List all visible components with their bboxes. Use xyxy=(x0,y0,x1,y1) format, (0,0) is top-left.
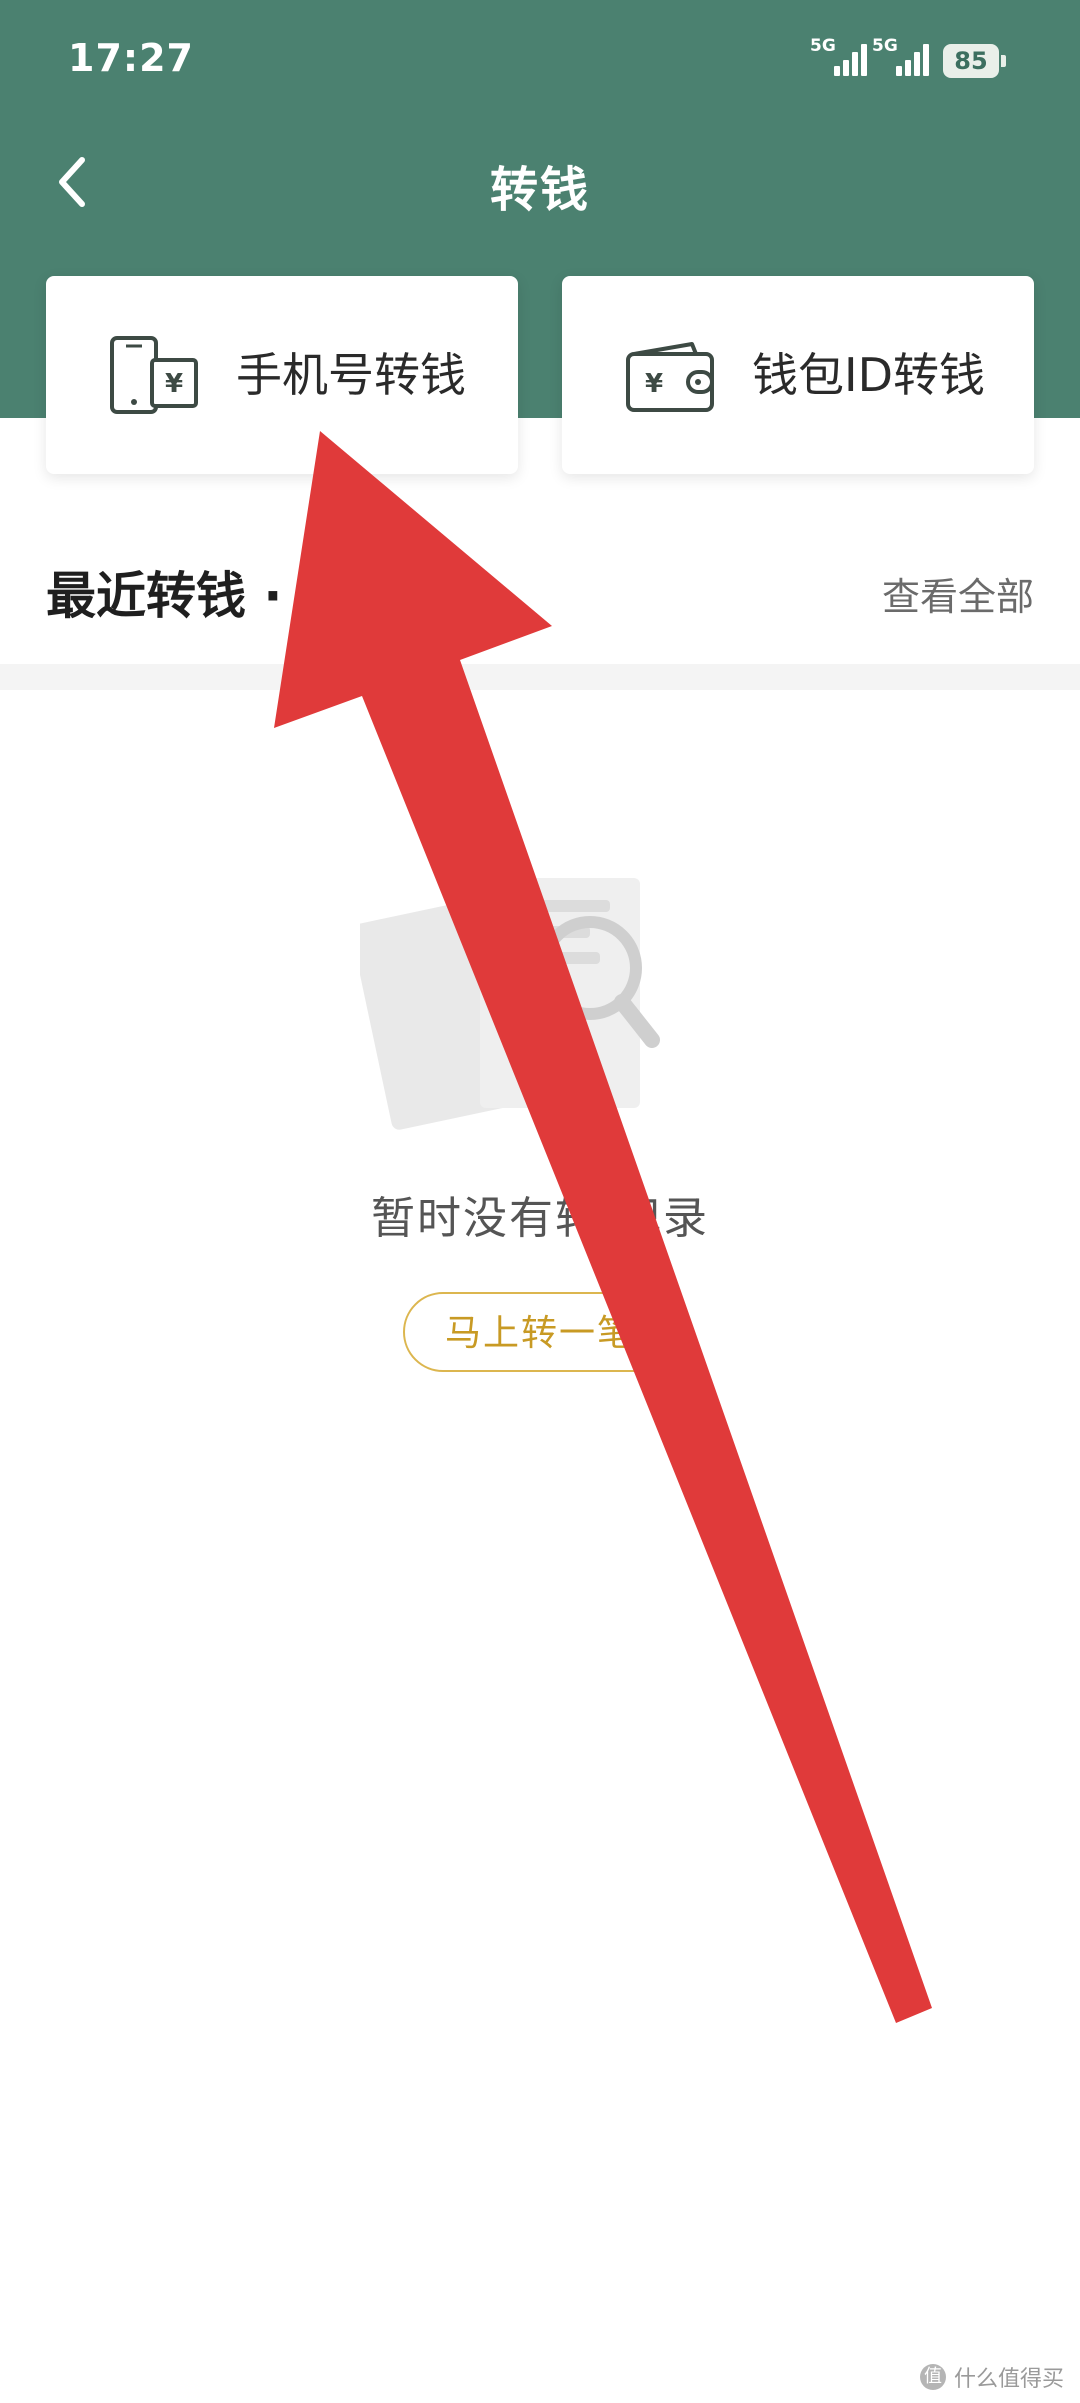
watermark-text: 什么值得买 xyxy=(953,2367,1064,2392)
svg-text:¥: ¥ xyxy=(165,369,183,399)
empty-records-illustration xyxy=(360,878,660,1130)
wallet-icon: ¥ xyxy=(626,342,714,412)
status-bar: 17:27 5G 5G 85 xyxy=(0,0,1080,120)
network-type-1: 5G xyxy=(810,36,836,56)
nav-bar: 转钱 xyxy=(0,130,1080,240)
phone-transfer-label: 手机号转钱 xyxy=(236,348,466,402)
phone-transfer-card[interactable]: ¥ 手机号转钱 xyxy=(46,276,518,474)
view-all-link[interactable]: 查看全部 xyxy=(882,566,1034,621)
phone-transfer-icon: ¥ xyxy=(110,336,198,414)
network-type-2: 5G xyxy=(872,36,898,56)
section-divider xyxy=(0,664,1080,690)
watermark-logo-icon: 值 xyxy=(919,2364,946,2390)
svg-text:¥: ¥ xyxy=(645,369,663,399)
status-time: 17:27 xyxy=(68,36,194,80)
battery-indicator: 85 xyxy=(943,44,1006,78)
transfer-now-button[interactable]: 马上转一笔 xyxy=(403,1292,677,1372)
transfer-page: 17:27 5G 5G 85 转钱 ¥ 手机号转钱 ¥ 钱包ID转钱 最近转钱 … xyxy=(0,0,1080,2403)
wallet-id-transfer-label: 钱包ID转钱 xyxy=(752,348,985,402)
watermark: 值 什么值得买 xyxy=(919,2361,1064,2393)
recent-transfers-title: 最近转钱 · 转 xyxy=(46,567,350,625)
wallet-id-transfer-card[interactable]: ¥ 钱包ID转钱 xyxy=(562,276,1034,474)
signal-bars-icon xyxy=(896,42,932,76)
page-title: 转钱 xyxy=(489,162,590,218)
empty-state-text: 暂时没有转 记录 xyxy=(371,1193,709,1244)
signal-bars-icon xyxy=(834,42,870,76)
